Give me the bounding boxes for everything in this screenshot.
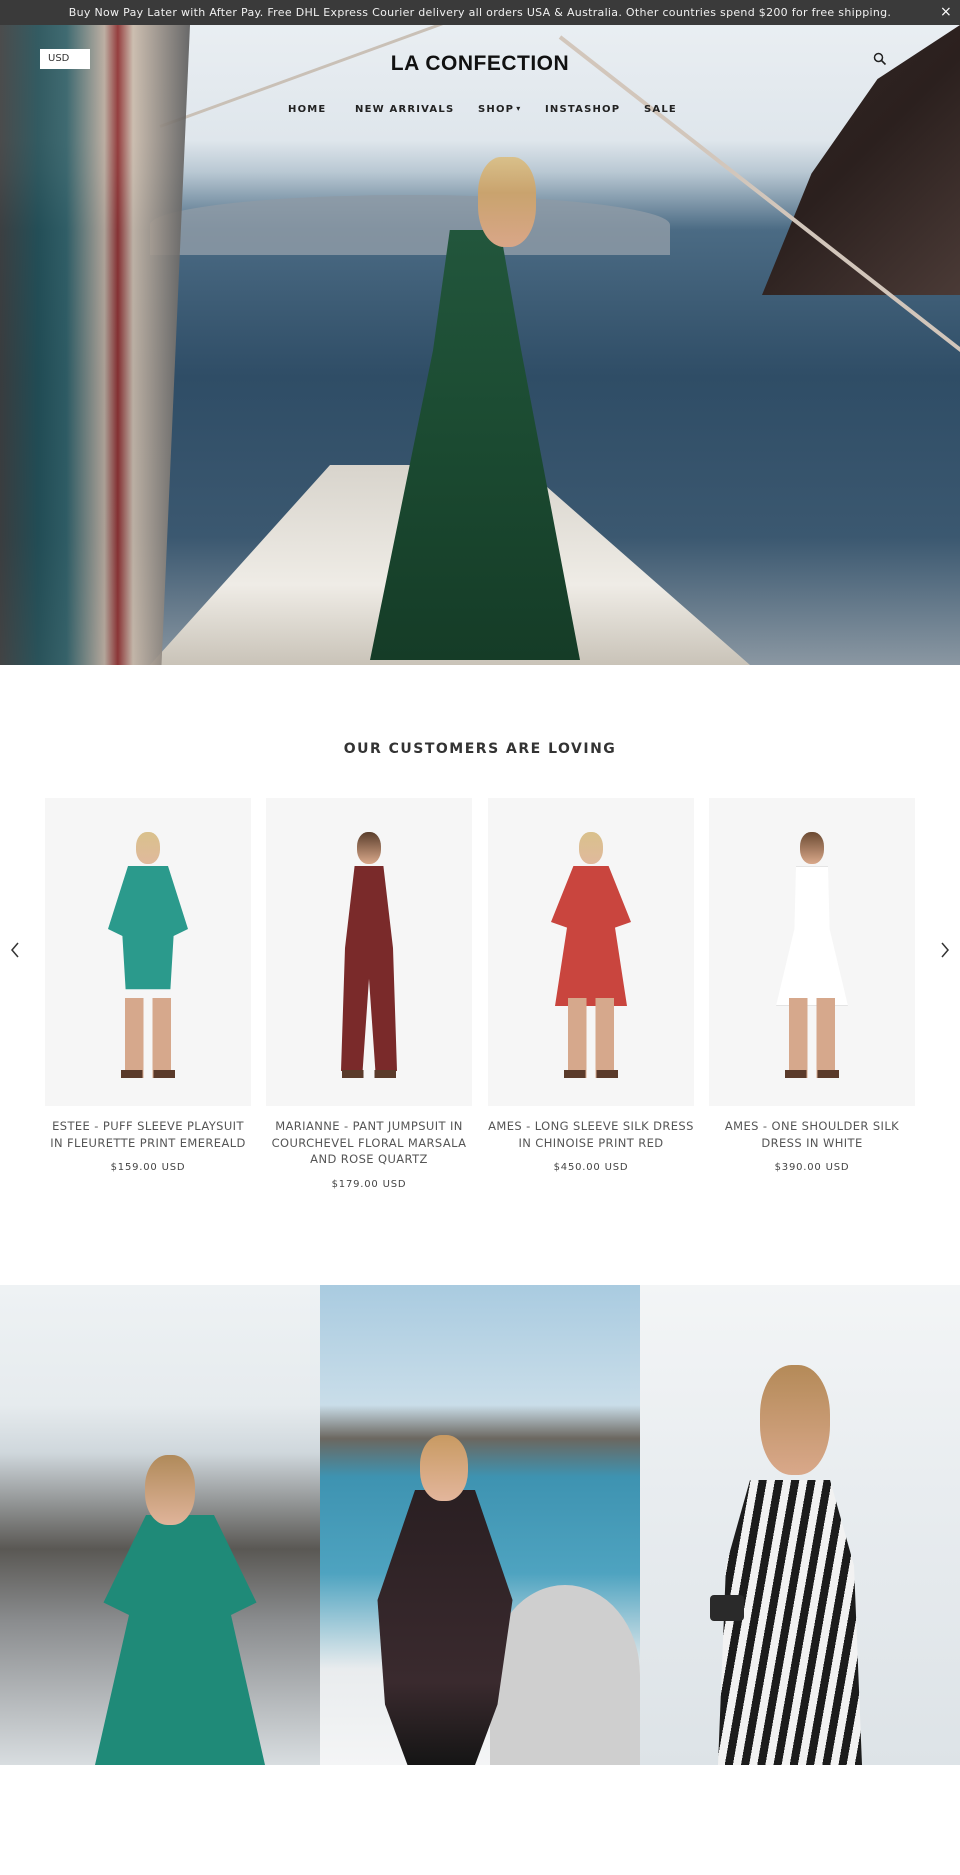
product-name[interactable]: MARIANNE - PANT JUMPSUIT IN COURCHEVEL F… — [266, 1118, 472, 1168]
lookbook-model-head — [145, 1455, 195, 1525]
search-icon[interactable] — [873, 51, 887, 66]
product-garment — [551, 866, 631, 1006]
lookbook-image[interactable] — [320, 1285, 640, 1765]
product-name[interactable]: ESTEE - PUFF SLEEVE PLAYSUIT IN FLEURETT… — [45, 1118, 251, 1151]
nav-item-instashop[interactable]: INSTASHOP — [545, 104, 620, 115]
lookbook-model-dress — [95, 1515, 265, 1765]
lookbook-image[interactable] — [640, 1285, 960, 1765]
product-price: $179.00 USD — [331, 1178, 407, 1190]
product-model-shoes — [121, 1070, 175, 1078]
product-model-head — [800, 832, 824, 864]
product-price: $159.00 USD — [110, 1162, 186, 1173]
hero-model-dress — [370, 230, 580, 660]
nav-item-home[interactable]: HOME — [288, 104, 326, 115]
product-model-shoes — [785, 1070, 839, 1078]
product-model-head — [579, 832, 603, 864]
camera-icon — [710, 1595, 744, 1621]
lookbook-model-head — [420, 1435, 468, 1501]
site-logo[interactable]: LA CONFECTION — [0, 52, 960, 76]
main-nav: HOME NEW ARRIVALS SHOP ▾ INSTASHOP SALE — [0, 104, 960, 120]
product-model-head — [136, 832, 160, 864]
chevron-left-icon[interactable] — [8, 940, 22, 960]
lookbook-image[interactable] — [0, 1285, 320, 1765]
product-garment — [776, 866, 848, 1006]
product-model-shoes — [564, 1070, 618, 1078]
product-card[interactable]: AMES - LONG SLEEVE SILK DRESS IN CHINOIS… — [488, 798, 694, 1173]
product-name[interactable]: AMES - ONE SHOULDER SILK DRESS IN WHITE — [709, 1118, 915, 1151]
lookbook-model-dress — [718, 1480, 862, 1765]
hero-ropes — [0, 25, 190, 665]
hero-image — [0, 25, 960, 665]
product-image[interactable] — [488, 798, 694, 1106]
product-model-head — [357, 832, 381, 864]
announcement-bar: Buy Now Pay Later with After Pay. Free D… — [0, 0, 960, 25]
close-icon[interactable]: × — [940, 4, 952, 20]
nav-item-sale[interactable]: SALE — [644, 104, 677, 115]
product-model-shoes — [342, 1070, 396, 1078]
chevron-down-icon: ▾ — [516, 104, 522, 113]
lookbook-dome — [490, 1585, 640, 1765]
product-card[interactable]: AMES - ONE SHOULDER SILK DRESS IN WHITE … — [709, 798, 915, 1173]
product-price: $450.00 USD — [553, 1162, 629, 1173]
product-garment — [341, 866, 397, 1071]
product-card[interactable]: ESTEE - PUFF SLEEVE PLAYSUIT IN FLEURETT… — [45, 798, 251, 1173]
product-name[interactable]: AMES - LONG SLEEVE SILK DRESS IN CHINOIS… — [488, 1118, 694, 1151]
lookbook-model-head — [760, 1365, 830, 1475]
product-image[interactable] — [266, 798, 472, 1106]
product-model-legs — [125, 998, 171, 1078]
product-model-legs — [568, 998, 614, 1078]
product-garment — [108, 866, 188, 990]
hero-island — [150, 195, 670, 255]
nav-item-new-arrivals[interactable]: NEW ARRIVALS — [355, 104, 454, 115]
hero-model-head — [478, 157, 536, 247]
product-model-legs — [789, 998, 835, 1078]
product-image[interactable] — [45, 798, 251, 1106]
product-price: $390.00 USD — [774, 1162, 850, 1173]
nav-item-shop-label: SHOP — [478, 104, 515, 115]
nav-item-shop[interactable]: SHOP ▾ — [478, 104, 521, 115]
product-card[interactable]: MARIANNE - PANT JUMPSUIT IN COURCHEVEL F… — [266, 798, 472, 1190]
chevron-right-icon[interactable] — [938, 940, 952, 960]
section-title: OUR CUSTOMERS ARE LOVING — [343, 741, 617, 757]
product-image[interactable] — [709, 798, 915, 1106]
announcement-text: Buy Now Pay Later with After Pay. Free D… — [68, 6, 892, 19]
